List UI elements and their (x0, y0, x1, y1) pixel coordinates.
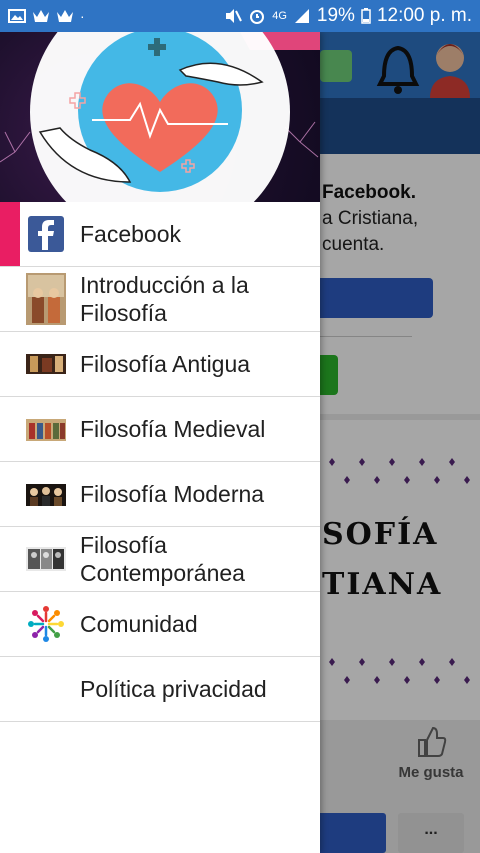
battery-percent: 19% (316, 5, 355, 26)
gallery-notification-icon (8, 9, 26, 23)
drawer-item-medieval[interactable]: Filosofía Medieval (0, 397, 320, 462)
drawer-item-contemporanea[interactable]: Filosofía Contemporánea (0, 527, 320, 592)
drawer-item-label: Política privacidad (80, 676, 267, 702)
empty-icon-slot (26, 669, 66, 709)
philosophers-painting-icon (26, 273, 66, 325)
navigation-drawer: Facebook Introducción a la Filosofía Fil… (0, 32, 320, 853)
alarm-icon (250, 10, 265, 24)
drawer-item-moderna[interactable]: Filosofía Moderna (0, 462, 320, 527)
modern-painting-icon (26, 484, 66, 506)
crown-notification-icon (57, 10, 73, 22)
drawer-header-image (0, 32, 320, 202)
health-heart-illustration (0, 32, 320, 202)
drawer-item-comunidad[interactable]: Comunidad (0, 592, 320, 657)
drawer-item-introduccion[interactable]: Introducción a la Filosofía (0, 267, 320, 332)
battery-icon (361, 8, 371, 24)
screen: · 4G 19% 12:00 p. m. Facebook. a Cristia… (0, 0, 480, 853)
medieval-painting-icon (26, 419, 66, 441)
drawer-item-label: Filosofía Contemporánea (80, 532, 245, 586)
clock: 12:00 p. m. (376, 5, 472, 26)
mute-icon (226, 9, 243, 23)
drawer-item-label: Comunidad (80, 611, 198, 637)
drawer-item-label: Filosofía Medieval (80, 416, 266, 442)
drawer-item-label: Facebook (80, 221, 182, 247)
drawer-item-facebook[interactable]: Facebook (0, 202, 320, 267)
ancient-painting-icon (26, 354, 66, 374)
community-icon (28, 606, 64, 642)
contemporary-photo-icon (26, 547, 66, 571)
drawer-item-label: Introducción a la Filosofía (80, 272, 249, 326)
crown-notification-icon (33, 10, 49, 22)
network-type: 4G (272, 10, 287, 22)
status-bar: · 4G 19% 12:00 p. m. (0, 0, 480, 32)
facebook-icon (28, 216, 64, 252)
drawer-menu: Facebook Introducción a la Filosofía Fil… (0, 202, 320, 722)
drawer-item-privacidad[interactable]: Política privacidad (0, 657, 320, 722)
drawer-item-antigua[interactable]: Filosofía Antigua (0, 332, 320, 397)
drawer-item-label: Filosofía Moderna (80, 481, 265, 507)
drawer-item-label: Filosofía Antigua (80, 351, 251, 377)
signal-icon (294, 9, 309, 23)
drawer-scrim[interactable] (320, 32, 480, 853)
more-notifications-dot: · (80, 8, 85, 24)
